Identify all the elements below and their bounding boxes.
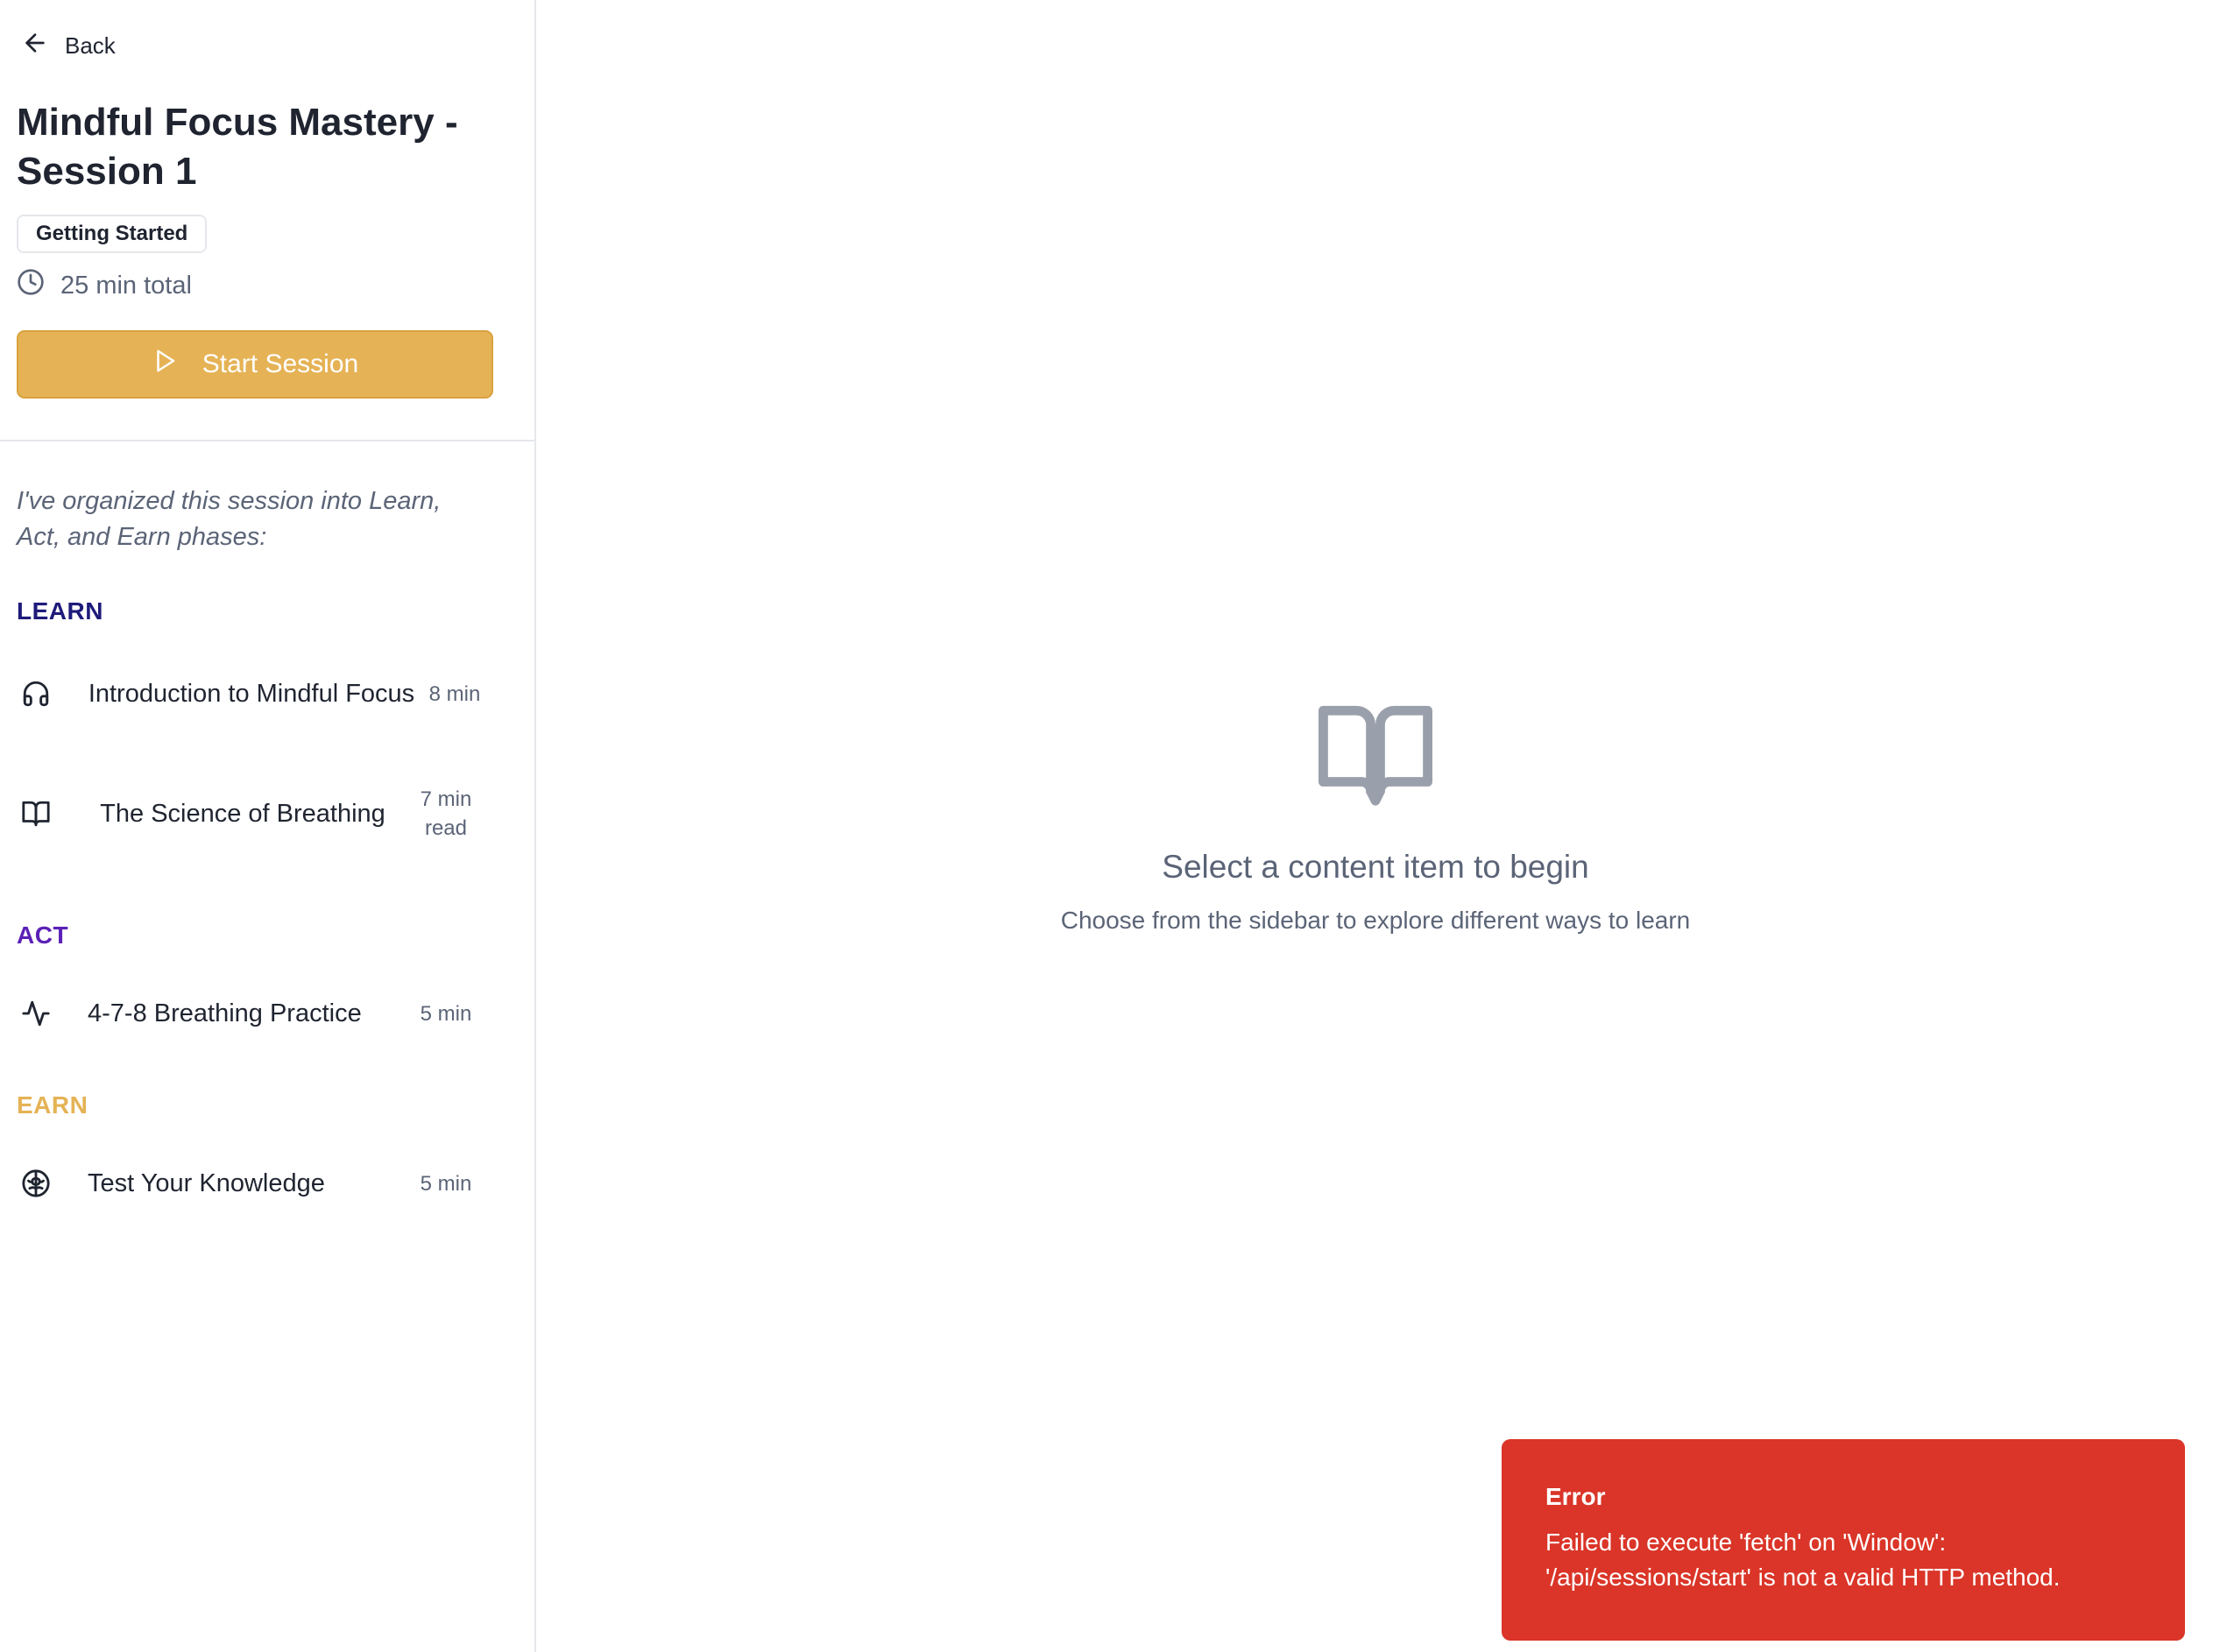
- content-item-introduction[interactable]: Introduction to Mindful Focus 8 min: [21, 659, 485, 729]
- content-item-title: The Science of Breathing: [100, 800, 385, 828]
- phase-label-act: ACT: [17, 921, 69, 949]
- session-intro: I've organized this session into Learn, …: [17, 487, 442, 551]
- content-item-test-knowledge[interactable]: Test Your Knowledge 5 min: [21, 1161, 485, 1205]
- book-open-icon: [21, 799, 79, 829]
- content-item-science-of-breathing[interactable]: The Science of Breathing 7 min read: [21, 779, 485, 849]
- content-area: Select a content item to begin Choose fr…: [538, 0, 2213, 1652]
- brain-icon: [21, 1168, 79, 1198]
- empty-state-title: Select a content item to begin: [1162, 849, 1589, 885]
- back-label: Back: [65, 32, 116, 59]
- play-icon: [152, 348, 178, 381]
- session-tag: Getting Started: [17, 215, 208, 253]
- clock-icon: [17, 268, 45, 303]
- toast-title: Error: [1545, 1483, 1606, 1510]
- book-open-icon: [1319, 701, 1432, 810]
- content-item-title: Test Your Knowledge: [88, 1169, 325, 1197]
- session-duration: 25 min total: [17, 268, 192, 303]
- content-item-breathing-practice[interactable]: 4-7-8 Breathing Practice 5 min: [21, 992, 485, 1035]
- headphones-icon: [21, 679, 79, 709]
- content-item-duration: 5 min: [420, 1171, 472, 1196]
- toast-message: Failed to execute 'fetch' on 'Window': '…: [1545, 1528, 2061, 1591]
- duration-text: 25 min total: [60, 271, 192, 300]
- activity-icon: [21, 999, 79, 1028]
- sidebar: Back Mindful Focus Mastery - Session 1 G…: [0, 0, 536, 1652]
- error-toast[interactable]: Error Failed to execute 'fetch' on 'Wind…: [1502, 1439, 2185, 1641]
- session-header: Back Mindful Focus Mastery - Session 1 G…: [0, 0, 534, 441]
- arrow-left-icon: [21, 29, 49, 63]
- empty-state: Select a content item to begin Choose fr…: [538, 701, 2213, 935]
- empty-state-subtitle: Choose from the sidebar to explore diffe…: [1060, 907, 1691, 934]
- start-session-label: Start Session: [202, 349, 359, 378]
- phase-label-earn: EARN: [17, 1091, 88, 1119]
- phase-label-learn: LEARN: [17, 597, 103, 625]
- start-session-button[interactable]: Start Session: [17, 330, 493, 399]
- content-item-title: Introduction to Mindful Focus: [88, 680, 415, 708]
- app-root: Back Mindful Focus Mastery - Session 1 G…: [0, 0, 2213, 1652]
- content-item-duration: 5 min: [420, 1001, 472, 1026]
- content-item-title: 4-7-8 Breathing Practice: [88, 999, 362, 1027]
- content-item-duration: 8 min: [428, 681, 481, 706]
- session-title: Mindful Focus Mastery - Session 1: [17, 101, 458, 193]
- back-button[interactable]: Back: [21, 26, 116, 65]
- content-item-duration: 7 min read: [420, 787, 472, 840]
